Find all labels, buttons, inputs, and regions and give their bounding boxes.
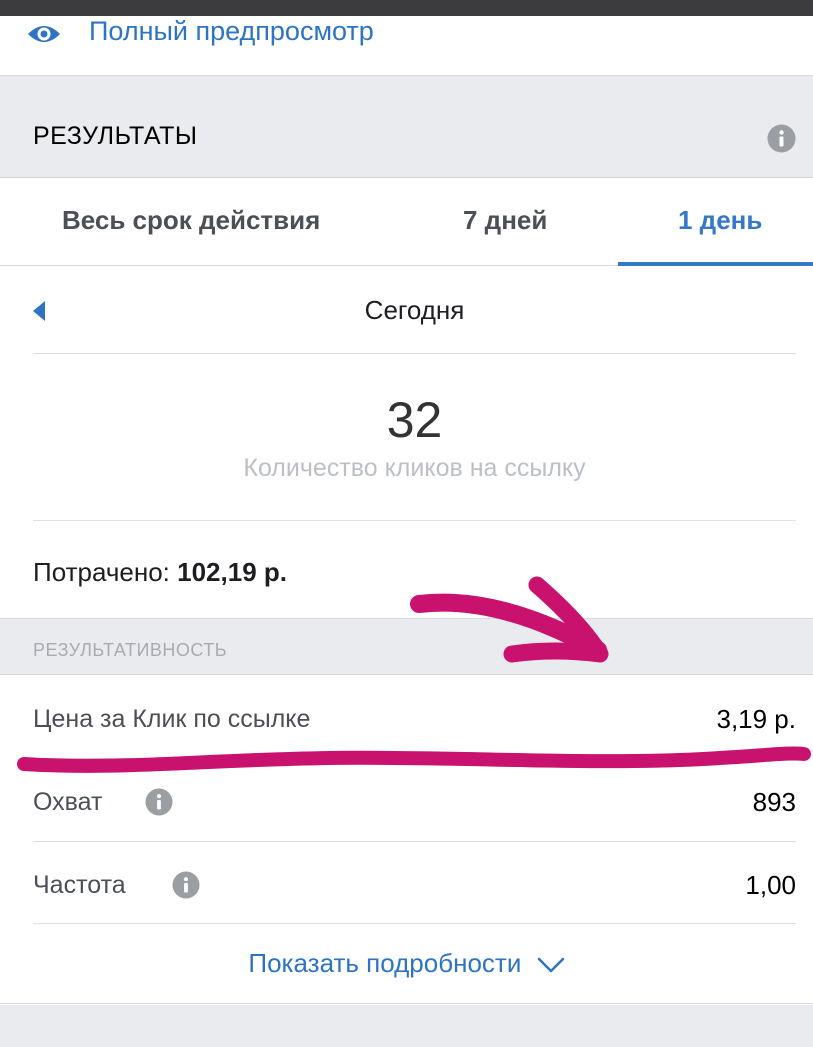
- date-label: Сегодня: [364, 295, 465, 325]
- results-title: РЕЗУЛЬТАТЫ: [33, 122, 198, 150]
- info-icon[interactable]: [172, 871, 200, 899]
- metric-value: 32: [386, 392, 443, 448]
- tab-1-day[interactable]: 1 день: [678, 204, 762, 236]
- info-icon[interactable]: [145, 788, 173, 816]
- top-status-strip: [0, 0, 813, 16]
- frequency-row: Частота 1,00: [33, 842, 796, 924]
- amount-spent: Потрачено: 102,19 р.: [33, 556, 287, 588]
- full-preview-label[interactable]: Полный предпросмотр: [89, 16, 374, 46]
- row-value: 1,00: [745, 870, 796, 900]
- spent-value: 102,19 р.: [177, 557, 287, 587]
- row-label: Охват: [33, 788, 103, 816]
- date-navigator: Сегодня: [33, 266, 796, 354]
- full-preview-link[interactable]: Полный предпросмотр: [0, 16, 813, 76]
- primary-metric: 32 Количество кликов на ссылку: [33, 355, 796, 521]
- cost-per-click-row: Цена за Клик по ссылке 3,19 р.: [33, 676, 796, 759]
- show-details-button[interactable]: Показать подробности: [0, 924, 813, 1004]
- info-icon[interactable]: [767, 124, 796, 153]
- performance-title: РЕЗУЛЬТАТИВНОСТЬ: [33, 640, 228, 660]
- tab-7-days[interactable]: 7 дней: [463, 204, 547, 236]
- results-header: РЕЗУЛЬТАТЫ: [0, 76, 813, 178]
- performance-header: РЕЗУЛЬТАТИВНОСТЬ: [0, 618, 813, 675]
- row-label: Цена за Клик по ссылке: [33, 705, 311, 733]
- reach-row: Охват 893: [33, 759, 796, 842]
- chevron-down-icon: [537, 957, 564, 973]
- row-value: 893: [752, 787, 796, 817]
- tab-lifetime[interactable]: Весь срок действия: [62, 204, 320, 236]
- row-value: 3,19 р.: [716, 704, 796, 734]
- spent-label: Потрачено:: [33, 557, 170, 587]
- eye-icon: [28, 26, 60, 42]
- period-tabs: Весь срок действия 7 дней 1 день: [0, 178, 813, 266]
- row-label: Частота: [33, 871, 126, 899]
- metric-caption: Количество кликов на ссылку: [243, 454, 586, 482]
- show-details-label[interactable]: Показать подробности: [248, 948, 521, 978]
- page-bottom-background: [0, 1005, 813, 1047]
